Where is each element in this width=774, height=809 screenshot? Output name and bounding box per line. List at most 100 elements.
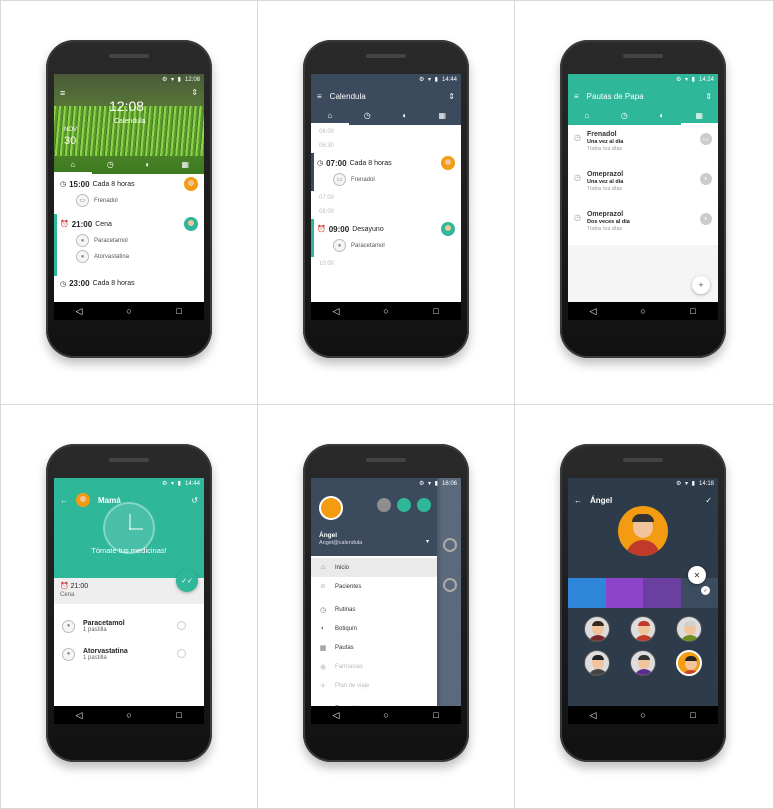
- calendar-list: 06:00 06:30 ◷ 07:00 Cada 8 horas ▭ Frenad…: [311, 125, 461, 271]
- take-checkbox[interactable]: [177, 621, 186, 630]
- status-bar: ⚙ ▾ ▮ 14:44: [54, 478, 204, 489]
- expand-icon[interactable]: ⇕: [705, 92, 712, 101]
- close-icon[interactable]: ✕: [688, 566, 706, 584]
- back-arrow-icon[interactable]: ←: [574, 496, 582, 505]
- timer-icon: ◷: [60, 280, 67, 288]
- list-item[interactable]: ◷ Frenadol Una vez al día Todos los días…: [568, 125, 718, 165]
- recents-button[interactable]: □: [683, 306, 703, 316]
- back-arrow-icon[interactable]: ←: [60, 496, 68, 505]
- back-button[interactable]: ◁: [326, 710, 346, 721]
- avatar-option[interactable]: [630, 616, 656, 642]
- plane-icon: ✈: [320, 682, 326, 690]
- time-slot: 08:00: [319, 209, 335, 215]
- list-item[interactable]: ● Atorvastatina 1 pastilla: [54, 640, 204, 668]
- drawer-item[interactable]: ◷ Rutinas: [311, 600, 437, 619]
- tab-home[interactable]: ⌂: [568, 107, 606, 125]
- home-button[interactable]: ○: [633, 306, 653, 316]
- account-dropdown-icon[interactable]: ▾: [426, 538, 429, 545]
- patient-avatar[interactable]: [377, 498, 391, 512]
- avatar-option[interactable]: [584, 650, 610, 676]
- color-swatch[interactable]: [643, 578, 681, 608]
- current-user-avatar[interactable]: [319, 496, 343, 520]
- tab-home[interactable]: ⌂: [54, 156, 92, 174]
- meds-list: ● Paracetamol 1 pastilla ● Atorvastatina…: [54, 604, 204, 668]
- menu-icon[interactable]: ≡: [574, 92, 579, 101]
- back-button[interactable]: ◁: [69, 710, 89, 721]
- menu-icon[interactable]: ≡: [60, 88, 65, 98]
- home-button[interactable]: ○: [376, 306, 396, 316]
- home-button[interactable]: ○: [633, 710, 653, 720]
- tab-calendar[interactable]: ▦: [680, 107, 718, 125]
- avatar-option[interactable]: [676, 616, 702, 642]
- calendar-event[interactable]: ◷ 07:00 Cada 8 horas ▭ Frenadol: [311, 153, 461, 191]
- recents-button[interactable]: □: [169, 710, 189, 720]
- navigation-drawer: ⚙ ▾ ▮ 16:06 Ángel Angel@calendula ▾ ⌂ Ini…: [311, 478, 457, 724]
- nav-bar: ◁ ○ □: [568, 706, 718, 724]
- list-item[interactable]: ◷ 15:00 Cada 8 horas ▭ Frenadol: [54, 174, 204, 214]
- phone-frame: ⚙ ▾ ▮ 12:08 ≡ ⇕ 12:08 Calendula NOV 30 ⌂…: [46, 40, 212, 358]
- recents-button[interactable]: □: [426, 710, 446, 720]
- drawer-item[interactable]: ☺ Pacientes: [311, 577, 437, 596]
- list-item[interactable]: ◷ Omeprazol Una vez al día Todos los día…: [568, 165, 718, 205]
- tab-calendar[interactable]: ▦: [167, 156, 205, 174]
- recents-button[interactable]: □: [426, 306, 446, 316]
- collapse-icon[interactable]: ⇕: [448, 92, 455, 101]
- phone-screen: ⚙ ▾ ▮ 14:18 ← Ángel ✓ ✕ ✓ ◁ ○ □: [568, 478, 718, 724]
- list-item[interactable]: ⏰ 21:00 Cena ● Paracetamol ● Atorvastatina: [54, 214, 204, 276]
- recents-button[interactable]: □: [683, 710, 703, 720]
- back-button[interactable]: ◁: [583, 306, 603, 317]
- drawer-item-label: Plan de viaje: [335, 682, 370, 689]
- back-button[interactable]: ◁: [69, 306, 89, 317]
- earpiece: [623, 458, 663, 462]
- drawer-item[interactable]: ▦ Pautas: [311, 638, 437, 657]
- history-icon[interactable]: ↺: [191, 496, 198, 505]
- phone-screen: ⚙ ▾ ▮ 12:08 ≡ ⇕ 12:08 Calendula NOV 30 ⌂…: [54, 74, 204, 320]
- list-marker: [443, 578, 457, 592]
- take-all-button[interactable]: ✓✓: [176, 570, 198, 592]
- list-item[interactable]: ◷ Omeprazol Dos veces al día Todos los d…: [568, 205, 718, 245]
- drawer-item[interactable]: ◐ Botiquín: [311, 619, 437, 638]
- home-button[interactable]: ○: [119, 306, 139, 316]
- pill-icon: ●: [62, 647, 75, 661]
- tab-home[interactable]: ⌂: [311, 107, 349, 125]
- clock-icon: ◷: [574, 173, 581, 182]
- expand-icon[interactable]: ⇕: [191, 88, 198, 97]
- nav-bar: ◁ ○ □: [54, 302, 204, 320]
- back-button[interactable]: ◁: [326, 306, 346, 317]
- color-swatch[interactable]: [568, 578, 606, 608]
- color-swatch[interactable]: [605, 578, 643, 608]
- pill-icon: ◐: [700, 213, 712, 225]
- add-button[interactable]: +: [692, 276, 710, 294]
- drawer-item[interactable]: ⌂ Inicio: [311, 558, 437, 577]
- home-header: ⚙ ▾ ▮ 12:08 ≡ ⇕ 12:08 Calendula NOV 30 ⌂…: [54, 74, 204, 174]
- tab-alarms[interactable]: ◷: [606, 107, 644, 125]
- signal-icons: ⚙ ▾ ▮: [675, 77, 696, 83]
- list-item[interactable]: ● Paracetamol 1 pastilla: [54, 612, 204, 640]
- tab-meds[interactable]: ◐: [643, 107, 681, 125]
- confirm-check-icon[interactable]: ✓: [705, 496, 712, 505]
- avatar-option[interactable]: [676, 650, 702, 676]
- home-button[interactable]: ○: [119, 710, 139, 720]
- phone-screen: ⚙ ▾ ▮ 14:24 ≡ Pautas de Papa ⇕ ⌂ ◷ ◐ ▦ ◷…: [568, 74, 718, 320]
- avatar-option[interactable]: [584, 616, 610, 642]
- tab-meds[interactable]: ◐: [386, 107, 424, 125]
- patient-avatar[interactable]: [397, 498, 411, 512]
- menu-icon[interactable]: ≡: [317, 92, 322, 101]
- back-button[interactable]: ◁: [583, 710, 603, 721]
- take-checkbox[interactable]: [177, 649, 186, 658]
- drawer-item[interactable]: ✈ Plan de viaje: [311, 676, 437, 695]
- list-item[interactable]: ◷ 23:00 Cada 8 horas: [54, 276, 204, 291]
- status-time: 14:24: [698, 76, 714, 83]
- tab-alarms[interactable]: ◷: [349, 107, 387, 125]
- calendar-event[interactable]: ⏰ 09:00 Desayuno ● Paracetamol: [311, 219, 461, 257]
- pill-icon: ●: [76, 250, 89, 263]
- tab-meds[interactable]: ◐: [129, 156, 167, 174]
- tab-alarms[interactable]: ◷: [92, 156, 130, 174]
- earpiece: [623, 54, 663, 58]
- recents-button[interactable]: □: [169, 306, 189, 316]
- tab-calendar[interactable]: ▦: [424, 107, 462, 125]
- drawer-item[interactable]: ◉ Farmacias: [311, 657, 437, 676]
- avatar-option[interactable]: [630, 650, 656, 676]
- patient-avatar[interactable]: [417, 498, 431, 512]
- home-button[interactable]: ○: [376, 710, 396, 720]
